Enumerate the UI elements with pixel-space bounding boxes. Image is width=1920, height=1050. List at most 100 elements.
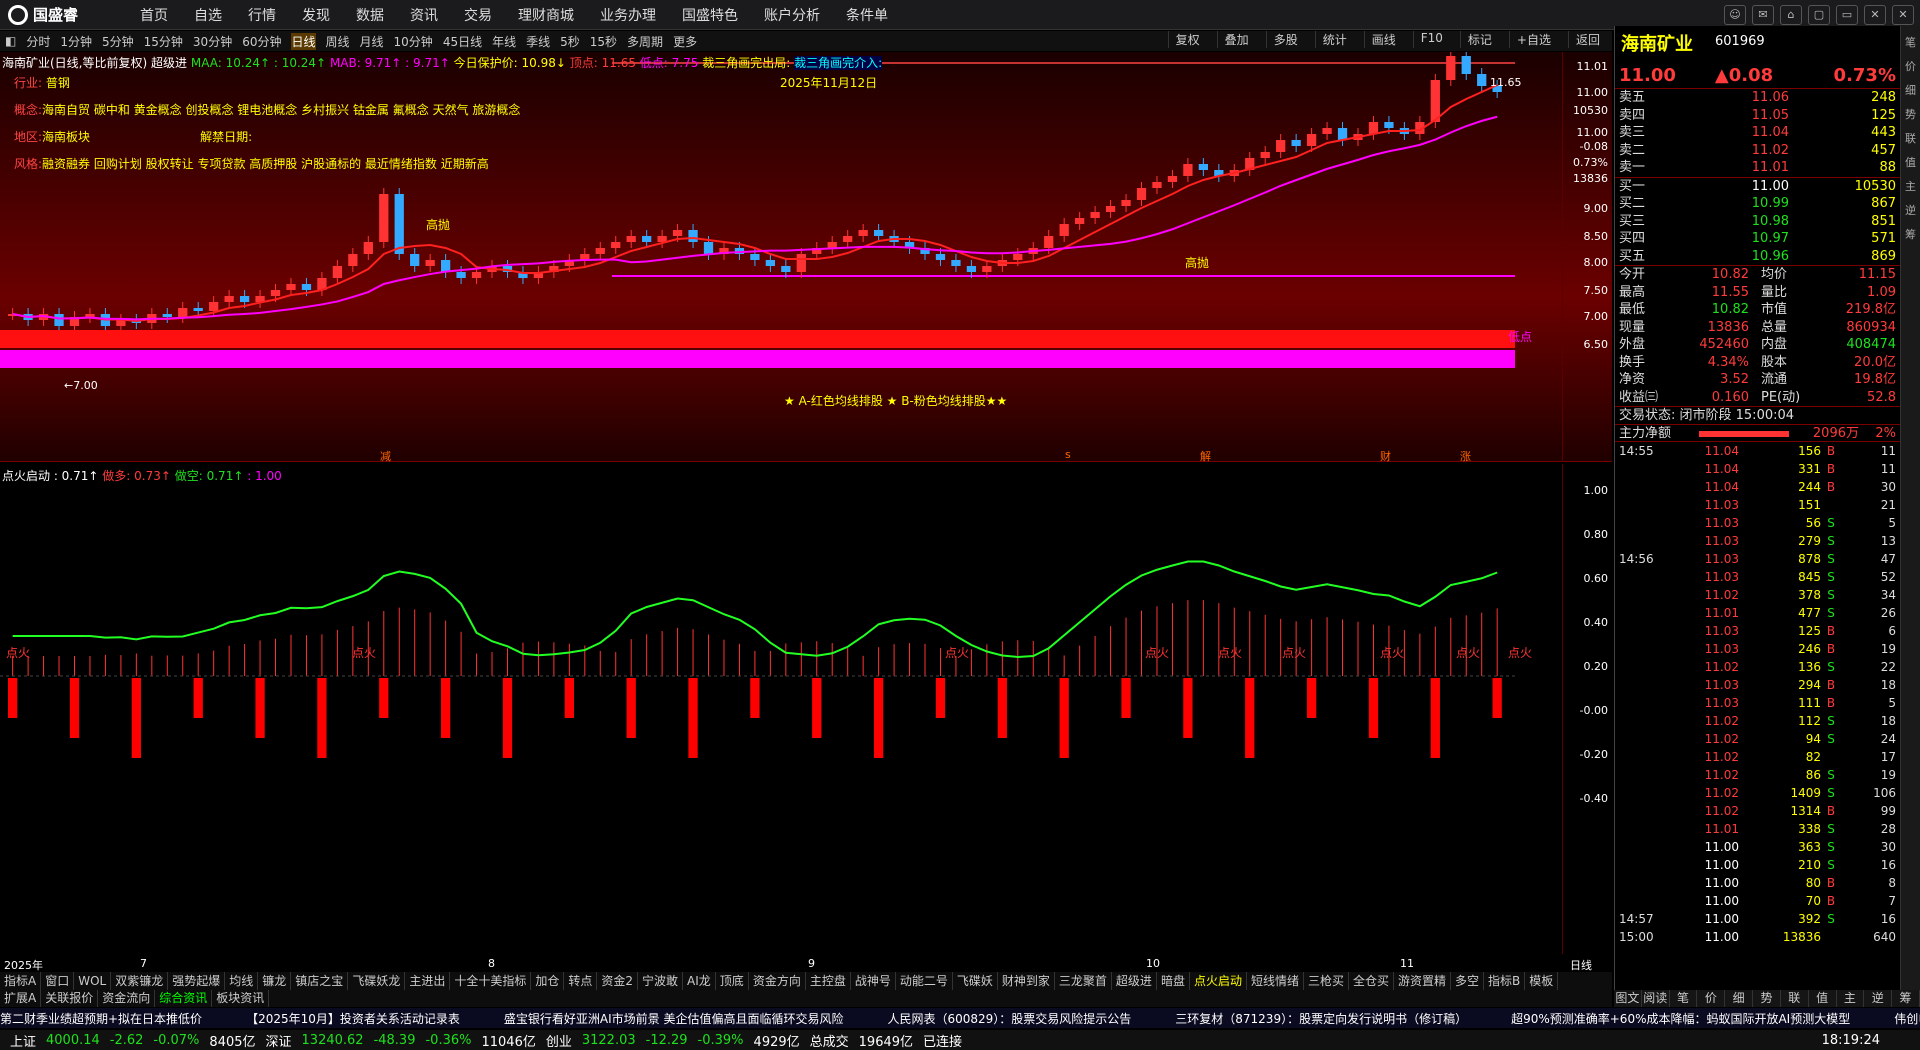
period-tab-2[interactable]: 5分钟 bbox=[102, 33, 134, 50]
info-tab-2[interactable]: 资金流向 bbox=[98, 990, 156, 1007]
nav-item-4[interactable]: 数据 bbox=[356, 5, 384, 25]
info-tab-1[interactable]: 关联报价 bbox=[41, 990, 99, 1007]
window-control-icon-0[interactable]: ☺ bbox=[1724, 4, 1746, 25]
nav-item-7[interactable]: 理财商城 bbox=[518, 5, 574, 25]
window-control-icon-6[interactable]: ✕ bbox=[1892, 4, 1914, 25]
news-item-1[interactable]: 【2025年10月】投资者关系活动记录表 bbox=[246, 1010, 460, 1027]
panel-tab-8[interactable]: 主 bbox=[1837, 990, 1865, 1007]
nav-item-3[interactable]: 发现 bbox=[302, 5, 330, 25]
indicator-tab-6[interactable]: 镰龙 bbox=[258, 972, 292, 990]
indicator-tab-7[interactable]: 镇店之宝 bbox=[291, 972, 349, 990]
news-item-0[interactable]: 第二财季业绩超预期+拟在日本推低价 bbox=[0, 1010, 202, 1027]
indicator-tab-0[interactable]: 指标A bbox=[0, 972, 42, 990]
info-tab-3[interactable]: 综合资讯 bbox=[155, 990, 213, 1007]
period-tab-13[interactable]: 5秒 bbox=[560, 33, 580, 50]
indicator-tab-31[interactable]: 多空 bbox=[1451, 972, 1485, 990]
indicator-tab-12[interactable]: 转点 bbox=[564, 972, 598, 990]
period-tab-12[interactable]: 季线 bbox=[526, 33, 550, 50]
indicator-tab-24[interactable]: 超级进 bbox=[1112, 972, 1157, 990]
panel-tab-9[interactable]: 逆 bbox=[1864, 990, 1893, 1007]
tool-button-4[interactable]: 画线 bbox=[1363, 31, 1403, 48]
tool-button-8[interactable]: 返回 bbox=[1567, 31, 1607, 48]
side-icon-7[interactable]: 逆 bbox=[1901, 202, 1920, 218]
period-tab-1[interactable]: 1分钟 bbox=[60, 33, 92, 50]
tool-button-3[interactable]: 统计 bbox=[1314, 31, 1354, 48]
panel-tab-3[interactable]: 价 bbox=[1697, 990, 1726, 1007]
tool-button-1[interactable]: 叠加 bbox=[1216, 31, 1256, 48]
period-tab-16[interactable]: 更多 bbox=[673, 33, 697, 50]
indicator-tab-9[interactable]: 主进出 bbox=[405, 972, 451, 990]
tool-button-5[interactable]: F10 bbox=[1412, 31, 1450, 48]
info-tab-0[interactable]: 扩展A bbox=[0, 990, 42, 1007]
panel-tab-1[interactable]: 阅读栏 bbox=[1642, 990, 1670, 1022]
indicator-tab-18[interactable]: 主控盘 bbox=[806, 972, 851, 990]
news-item-6[interactable]: 伟创电 bbox=[1894, 1010, 1920, 1027]
period-tab-8[interactable]: 月线 bbox=[360, 33, 384, 50]
period-tab-5[interactable]: 60分钟 bbox=[242, 33, 281, 50]
side-icon-1[interactable]: 价 bbox=[1901, 58, 1920, 74]
indicator-tab-27[interactable]: 短线情绪 bbox=[1247, 972, 1304, 990]
indicator-tab-13[interactable]: 资金2 bbox=[597, 972, 639, 990]
indicator-tab-25[interactable]: 暗盘 bbox=[1157, 972, 1190, 990]
panel-tab-2[interactable]: 笔 bbox=[1670, 990, 1698, 1007]
window-control-icon-4[interactable]: ▭ bbox=[1836, 4, 1858, 25]
indicator-chart[interactable]: 点火启动 : 0.71↑ 做多: 0.73↑ 做空: 0.71↑ : 1.00 … bbox=[0, 464, 1612, 972]
window-control-icon-3[interactable]: ▢ bbox=[1808, 4, 1830, 25]
panel-tab-7[interactable]: 值 bbox=[1809, 990, 1837, 1007]
indicator-tab-15[interactable]: AI龙 bbox=[683, 972, 716, 990]
indicator-tab-30[interactable]: 游资置精 bbox=[1394, 972, 1452, 990]
side-icon-5[interactable]: 值 bbox=[1901, 154, 1920, 170]
indicator-tab-11[interactable]: 加仓 bbox=[531, 972, 565, 990]
period-tab-3[interactable]: 15分钟 bbox=[144, 33, 183, 50]
indicator-tab-10[interactable]: 十全十美指标 bbox=[450, 972, 532, 990]
indicator-tab-16[interactable]: 顶底 bbox=[716, 972, 749, 990]
indicator-tab-2[interactable]: WOL bbox=[74, 972, 112, 990]
side-icon-0[interactable]: 笔 bbox=[1901, 34, 1920, 50]
side-icon-8[interactable]: 筹 bbox=[1901, 226, 1920, 242]
window-control-icon-5[interactable]: ✕ bbox=[1864, 4, 1886, 25]
kline-chart[interactable]: 海南矿业(日线,等比前复权) 超级进 MAA: 10.24↑ : 10.24↑ … bbox=[0, 52, 1612, 463]
indicator-tab-28[interactable]: 三枪买 bbox=[1304, 972, 1349, 990]
window-control-icon-2[interactable]: ⌂ bbox=[1780, 4, 1802, 25]
panel-tab-5[interactable]: 势 bbox=[1753, 990, 1781, 1007]
period-tab-15[interactable]: 多周期 bbox=[627, 33, 663, 50]
indicator-tab-5[interactable]: 均线 bbox=[225, 972, 259, 990]
indicator-tab-32[interactable]: 指标B bbox=[1484, 972, 1526, 990]
nav-item-2[interactable]: 行情 bbox=[248, 5, 276, 25]
indicator-tab-29[interactable]: 全仓买 bbox=[1349, 972, 1395, 990]
indicator-tab-14[interactable]: 宁波敢 bbox=[638, 972, 684, 990]
side-icon-3[interactable]: 势 bbox=[1901, 106, 1920, 122]
period-tab-4[interactable]: 30分钟 bbox=[193, 33, 232, 50]
indicator-tab-1[interactable]: 窗口 bbox=[41, 972, 75, 990]
tool-button-2[interactable]: 多股 bbox=[1265, 31, 1305, 48]
nav-item-9[interactable]: 国盛特色 bbox=[682, 5, 738, 25]
tool-button-0[interactable]: 复权 bbox=[1167, 31, 1207, 48]
tool-button-6[interactable]: 标记 bbox=[1459, 31, 1499, 48]
nav-item-8[interactable]: 业务办理 bbox=[600, 5, 656, 25]
window-control-icon-1[interactable]: ✉ bbox=[1752, 4, 1774, 25]
period-tab-6[interactable]: 日线 bbox=[291, 32, 316, 50]
indicator-tab-20[interactable]: 动能二号 bbox=[896, 972, 953, 990]
indicator-tab-22[interactable]: 财神到家 bbox=[998, 972, 1055, 990]
period-tab-10[interactable]: 45日线 bbox=[443, 33, 482, 50]
panel-tab-4[interactable]: 细 bbox=[1725, 990, 1754, 1007]
tool-button-7[interactable]: +自选 bbox=[1508, 31, 1558, 48]
nav-item-0[interactable]: 首页 bbox=[140, 5, 168, 25]
news-item-4[interactable]: 三环复材（871239）：股票定向发行说明书（修订稿） bbox=[1175, 1010, 1467, 1027]
side-icon-6[interactable]: 主 bbox=[1901, 178, 1920, 194]
sidebar-toggle-icon[interactable]: ◧ bbox=[5, 34, 16, 48]
news-item-2[interactable]: 盛宝银行看好亚洲AI市场前景 美企估值偏高且面临循环交易风险 bbox=[504, 1010, 844, 1027]
side-icon-4[interactable]: 联 bbox=[1901, 130, 1920, 146]
panel-tab-6[interactable]: 联 bbox=[1781, 990, 1809, 1007]
period-tab-7[interactable]: 周线 bbox=[326, 33, 350, 50]
side-icon-2[interactable]: 细 bbox=[1901, 82, 1920, 98]
tick-list[interactable]: 14:55 11.04 156 B 11 11.04 331 B 11 11.04 244 B 30 11… bbox=[1615, 441, 1900, 946]
nav-item-10[interactable]: 账户分析 bbox=[764, 5, 820, 25]
news-item-3[interactable]: 人民网表（600829）：股票交易风险提示公告 bbox=[887, 1010, 1131, 1027]
nav-item-1[interactable]: 自选 bbox=[194, 5, 222, 25]
indicator-tab-21[interactable]: 飞碟妖 bbox=[953, 972, 998, 990]
panel-tab-10[interactable]: 筹 bbox=[1892, 990, 1920, 1007]
nav-item-6[interactable]: 交易 bbox=[464, 5, 492, 25]
indicator-tab-17[interactable]: 资金方向 bbox=[749, 972, 806, 990]
indicator-tab-19[interactable]: 战神号 bbox=[851, 972, 896, 990]
